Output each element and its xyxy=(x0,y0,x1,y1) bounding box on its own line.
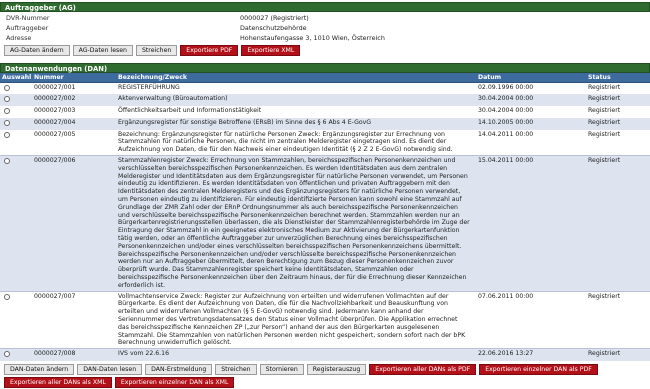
row-nummer: 0000027/005 xyxy=(30,129,114,156)
table-row[interactable]: 0000027/008 IVS vom 22.6.16 22.06.2016 1… xyxy=(0,348,650,361)
dan-table-header: Auswahl Nummer Bezeichnung/Zweck Datum S… xyxy=(0,73,650,83)
row-nummer: 0000027/004 xyxy=(30,117,114,130)
row-datum: 15.04.2011 00:00 xyxy=(474,155,584,292)
row-status: Registriert xyxy=(584,117,650,130)
row-bezeichnung: Öffentlichkeitsarbeit und Informationstä… xyxy=(114,106,474,118)
dan-header: Datenanwendungen (DAN) xyxy=(0,63,650,73)
export-single-pdf-button[interactable]: Exportieren einzelner DAN als PDF xyxy=(479,364,598,375)
table-row[interactable]: 0000027/001 REGISTERFÜHRUNG 02.09.1996 0… xyxy=(0,82,650,95)
dan-cancel-button[interactable]: Stornieren xyxy=(259,364,304,375)
export-pdf-button[interactable]: Exportiere PDF xyxy=(180,45,239,56)
row-nummer: 0000027/008 xyxy=(30,348,114,361)
row-select-radio[interactable] xyxy=(4,131,10,138)
auftraggeber-label: Auftraggeber xyxy=(6,24,49,32)
auftraggeber-header: Auftraggeber (AG) xyxy=(0,2,650,12)
row-nummer: 0000027/007 xyxy=(30,290,114,349)
dvr-value: 0000027 (Registriert) xyxy=(240,14,309,22)
ag-edit-button[interactable]: AG-Daten ändern xyxy=(4,45,70,56)
col-auswahl: Auswahl xyxy=(0,73,32,83)
dan-register-extract-button[interactable]: Registerauszug xyxy=(306,364,367,375)
auftraggeber-section: Auftraggeber (AG) DVR-Nummer 0000027 (Re… xyxy=(0,2,650,57)
row-status: Registriert xyxy=(584,106,650,118)
row-bezeichnung: Stammzahlenregister Zweck: Errechnung vo… xyxy=(114,155,474,292)
adresse-row: Adresse Hohenstaufengasse 3, 1010 Wien, … xyxy=(0,33,650,43)
adresse-value: Hohenstaufengasse 3, 1010 Wien, Österrei… xyxy=(240,34,385,42)
row-datum: 07.06.2011 00:00 xyxy=(474,290,584,349)
row-datum: 30.04.2004 00:00 xyxy=(474,106,584,118)
row-nummer: 0000027/001 xyxy=(30,82,114,95)
row-nummer: 0000027/003 xyxy=(30,106,114,118)
row-datum: 14.04.2011 00:00 xyxy=(474,129,584,156)
row-datum: 14.10.2005 00:00 xyxy=(474,117,584,130)
table-row[interactable]: 0000027/004 Ergänzungsregister für sonst… xyxy=(0,117,650,130)
col-status: Status xyxy=(584,73,650,83)
row-status: Registriert xyxy=(584,348,650,361)
row-select-radio[interactable] xyxy=(4,108,10,115)
ag-read-button[interactable]: AG-Daten lesen xyxy=(72,45,133,56)
col-datum: Datum xyxy=(474,73,584,83)
dan-new-button[interactable]: DAN-Erstmeldung xyxy=(145,364,213,375)
auftraggeber-row: Auftraggeber Datenschutzbehörde xyxy=(0,23,650,33)
row-select-radio[interactable] xyxy=(4,293,10,300)
row-select-radio[interactable] xyxy=(4,119,10,126)
row-bezeichnung: Bezeichnung: Ergänzungsregister für natü… xyxy=(114,129,474,156)
row-bezeichnung: REGISTERFÜHRUNG xyxy=(114,82,474,95)
export-xml-button[interactable]: Exportiere XML xyxy=(241,45,301,56)
export-all-xml-button[interactable]: Exportieren aller DANs als XML xyxy=(4,377,112,388)
table-row[interactable]: 0000027/003 Öffentlichkeitsarbeit und In… xyxy=(0,106,650,118)
row-select-radio[interactable] xyxy=(4,84,10,91)
row-bezeichnung: Vollmachtenservice Zweck: Register zur A… xyxy=(114,290,474,349)
row-status: Registriert xyxy=(584,129,650,156)
row-datum: 02.09.1996 00:00 xyxy=(474,82,584,95)
dan-read-button[interactable]: DAN-Daten lesen xyxy=(77,364,143,375)
row-bezeichnung: IVS vom 22.6.16 xyxy=(114,348,474,361)
dan-table: Auswahl Nummer Bezeichnung/Zweck Datum S… xyxy=(0,73,650,361)
row-bezeichnung: Aktenverwaltung (Büroautomation) xyxy=(114,94,474,107)
dan-section: Datenanwendungen (DAN) Auswahl Nummer Be… xyxy=(0,63,650,389)
table-row[interactable]: 0000027/006 Stammzahlenregister Zweck: E… xyxy=(0,155,650,292)
dan-toolbar-row2: Exportieren aller DANs als XML Exportier… xyxy=(0,376,650,389)
row-bezeichnung: Ergänzungsregister für sonstige Betroffe… xyxy=(114,117,474,130)
export-single-xml-button[interactable]: Exportieren einzelner DAN als XML xyxy=(114,377,235,388)
col-nummer: Nummer xyxy=(30,73,114,83)
table-row[interactable]: 0000027/007 Vollmachtenservice Zweck: Re… xyxy=(0,290,650,349)
row-select-radio[interactable] xyxy=(4,96,10,103)
auftraggeber-toolbar: AG-Daten ändern AG-Daten lesen Streichen… xyxy=(0,44,650,57)
row-nummer: 0000027/006 xyxy=(30,155,114,292)
dvr-label: DVR-Nummer xyxy=(6,14,50,22)
export-all-pdf-button[interactable]: Exportieren aller DANs als PDF xyxy=(369,364,477,375)
row-select-radio[interactable] xyxy=(4,351,10,358)
adresse-label: Adresse xyxy=(6,34,32,42)
table-row[interactable]: 0000027/002 Aktenverwaltung (Büroautomat… xyxy=(0,94,650,107)
row-datum: 30.04.2004 00:00 xyxy=(474,94,584,107)
row-nummer: 0000027/002 xyxy=(30,94,114,107)
row-select-radio[interactable] xyxy=(4,158,10,165)
row-status: Registriert xyxy=(584,82,650,95)
dan-edit-button[interactable]: DAN-Daten ändern xyxy=(4,364,75,375)
row-status: Registriert xyxy=(584,290,650,349)
row-datum: 22.06.2016 13:27 xyxy=(474,348,584,361)
auftraggeber-value: Datenschutzbehörde xyxy=(240,24,307,32)
row-status: Registriert xyxy=(584,155,650,292)
dvr-row: DVR-Nummer 0000027 (Registriert) xyxy=(0,13,650,23)
ag-delete-button[interactable]: Streichen xyxy=(135,45,178,56)
row-status: Registriert xyxy=(584,94,650,107)
table-row[interactable]: 0000027/005 Bezeichnung: Ergänzungsregis… xyxy=(0,129,650,156)
dan-toolbar-row1: DAN-Daten ändern DAN-Daten lesen DAN-Ers… xyxy=(0,363,650,376)
dan-delete-button[interactable]: Streichen xyxy=(215,364,257,375)
col-bezeichnung: Bezeichnung/Zweck xyxy=(114,73,474,83)
